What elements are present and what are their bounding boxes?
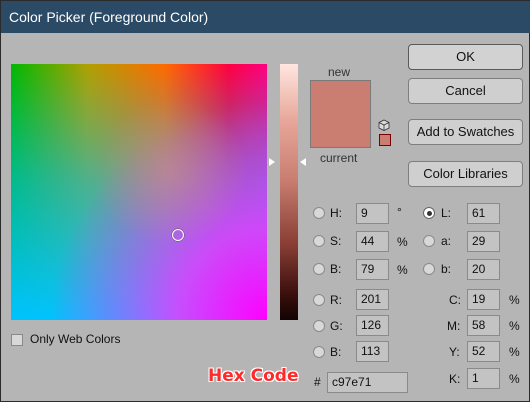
unit-y: % [509,345,520,359]
label-r: R: [330,293,342,307]
label-brightness: B: [330,262,342,276]
label-blue: B: [330,345,342,359]
color-field-gradient [11,64,267,320]
only-web-colors-checkbox[interactable] [11,334,23,346]
input-y[interactable]: 52 [467,341,500,362]
window-title: Color Picker (Foreground Color) [1,1,530,33]
new-color-label: new [328,65,351,79]
unit-m: % [509,319,520,333]
color-field-marker[interactable] [172,229,184,241]
hue-slider[interactable] [280,64,298,320]
slider-handle-left-icon[interactable] [269,158,275,166]
unit-h: ° [397,205,402,219]
unit-k: % [509,372,520,386]
web-safe-swatch[interactable] [379,134,391,146]
input-b-lab[interactable]: 20 [467,259,500,280]
label-m: M: [447,319,461,333]
radio-brightness[interactable] [313,263,325,275]
label-k: K: [449,372,461,386]
cancel-button[interactable]: Cancel [408,78,523,104]
label-l: L: [441,206,452,220]
input-brightness[interactable]: 79 [356,259,389,280]
label-y: Y: [449,345,460,359]
current-color-label: current [320,151,358,165]
color-libraries-button[interactable]: Color Libraries [408,161,523,187]
input-m[interactable]: 58 [467,315,500,336]
ok-button[interactable]: OK [408,44,523,70]
input-a[interactable]: 29 [467,231,500,252]
label-b-lab: b: [441,262,452,276]
color-preview-swatch [310,80,371,148]
hex-input[interactable]: c97e71 [327,372,408,393]
hex-prefix: # [314,375,321,389]
only-web-colors-label: Only Web Colors [30,332,121,346]
unit-c: % [509,293,520,307]
input-r[interactable]: 201 [356,289,389,310]
label-c: C: [449,293,461,307]
unit-s: % [397,235,408,249]
radio-h[interactable] [313,207,325,219]
input-h[interactable]: 9 [356,203,389,224]
radio-a[interactable] [423,235,435,247]
input-c[interactable]: 19 [467,289,500,310]
radio-blue[interactable] [313,346,325,358]
input-l[interactable]: 61 [467,203,500,224]
label-g: G: [330,319,343,333]
add-to-swatches-button[interactable]: Add to Swatches [408,119,523,145]
hex-code-annotation: Hex Code [208,366,299,386]
cube-icon[interactable] [378,119,390,131]
radio-b-lab[interactable] [423,263,435,275]
input-g[interactable]: 126 [356,315,389,336]
radio-r[interactable] [313,294,325,306]
label-h: H: [330,206,342,220]
slider-handle-right-icon[interactable] [300,158,306,166]
label-s: S: [330,234,342,248]
color-field[interactable] [11,64,267,320]
label-a: a: [441,234,452,248]
input-blue[interactable]: 113 [356,341,389,362]
input-s[interactable]: 44 [356,231,389,252]
radio-l[interactable] [423,207,435,219]
radio-g[interactable] [313,320,325,332]
input-k[interactable]: 1 [467,368,500,389]
unit-brightness: % [397,263,408,277]
color-picker-dialog: Color Picker (Foreground Color) new curr… [0,0,530,402]
radio-s[interactable] [313,235,325,247]
